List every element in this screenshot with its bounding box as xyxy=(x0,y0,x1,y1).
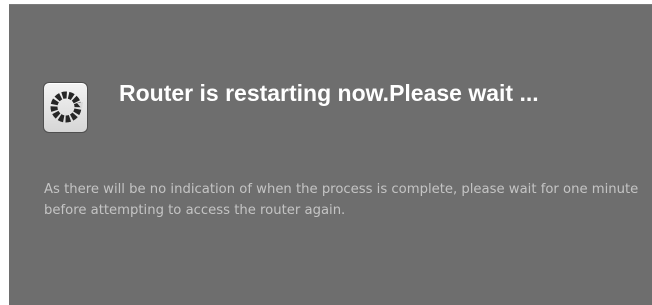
dialog-title: Router is restarting now.Please wait ... xyxy=(119,80,539,106)
restart-spinner-icon xyxy=(43,82,88,133)
dialog-message: As there will be no indication of when t… xyxy=(44,182,639,218)
restart-dialog: Router is restarting now.Please wait ...… xyxy=(9,4,652,305)
